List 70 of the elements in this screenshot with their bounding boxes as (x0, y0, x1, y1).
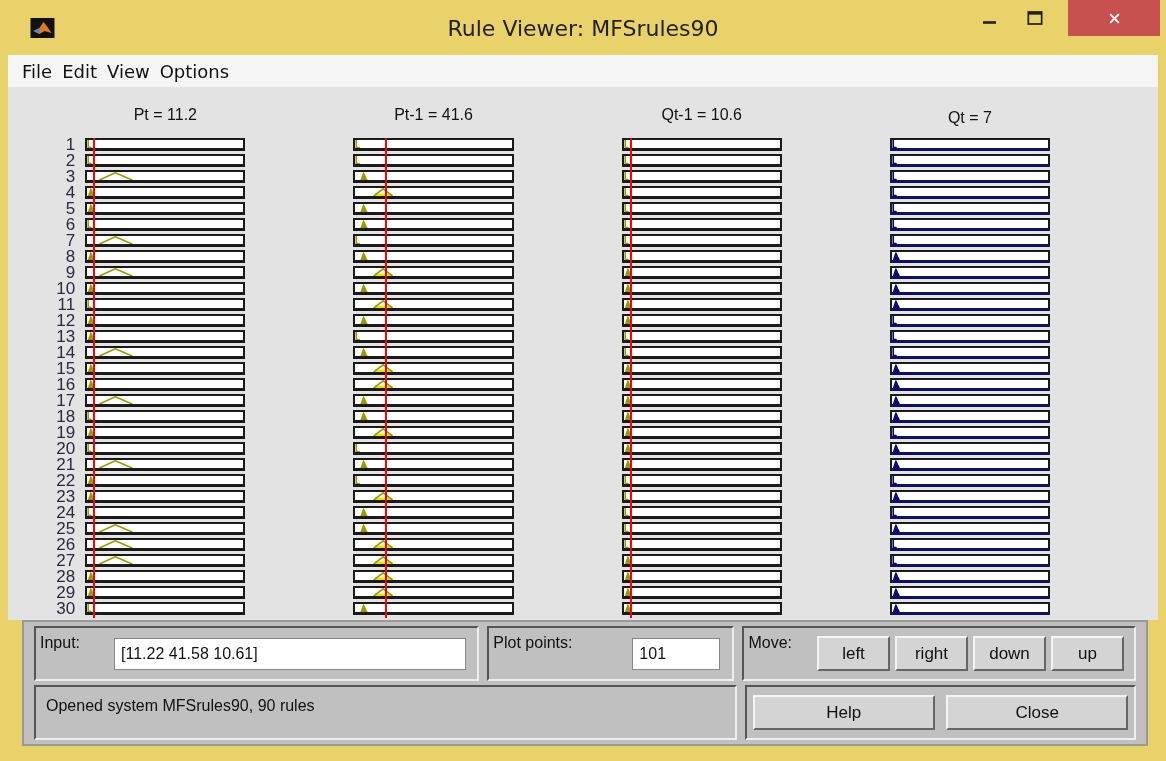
rule-number: 2 (64, 154, 77, 170)
rule-number: 8 (64, 250, 77, 266)
membership-curve (360, 604, 369, 612)
move-label: Move: (748, 634, 792, 652)
input-value-line[interactable] (385, 138, 388, 618)
rule-number: 18 (55, 410, 77, 426)
membership-curve (360, 284, 369, 292)
rule-number: 12 (55, 314, 77, 330)
membership-curve (98, 540, 134, 548)
rule-number: 16 (55, 378, 77, 394)
rule-number: 17 (55, 394, 77, 410)
rule-number: 28 (55, 570, 77, 586)
rule-number: 21 (55, 458, 77, 474)
membership-curve (87, 252, 96, 260)
variable-label: Pt = 11.2 (133, 105, 197, 124)
membership-curve (98, 460, 134, 468)
rule-number: 5 (64, 202, 77, 218)
membership-curve (98, 524, 134, 532)
membership-curve (98, 556, 134, 564)
rule-number: 7 (64, 234, 77, 250)
membership-curve (98, 348, 134, 356)
rule-number: 25 (55, 522, 77, 538)
app-icon (30, 17, 55, 38)
move-button[interactable]: down (973, 636, 1046, 671)
rule-number: 30 (55, 602, 77, 618)
close-icon (1107, 11, 1121, 25)
dialog-button[interactable]: Help (752, 695, 935, 730)
menu-item[interactable]: File (22, 60, 53, 82)
move-button[interactable]: right (895, 636, 968, 671)
window-title: Rule Viewer: MFSrules90 (447, 16, 719, 41)
minimize-icon (982, 20, 996, 24)
input-field[interactable]: [11.22 41.58 10.61] (114, 637, 466, 670)
rule-number: 19 (55, 426, 77, 442)
rule-number: 27 (55, 554, 77, 570)
menu-item[interactable]: View (107, 60, 150, 82)
membership-curve (98, 396, 134, 404)
membership-curve (98, 172, 134, 180)
input-value-line[interactable] (93, 138, 96, 618)
rule-number: 29 (55, 586, 77, 602)
variable-label: Pt-1 = 41.6 (394, 105, 473, 124)
rule-number: 24 (55, 506, 77, 522)
rule-number: 26 (55, 538, 77, 554)
rule-number: 11 (56, 298, 77, 314)
rule-number: 9 (64, 266, 77, 282)
rule-number: 6 (64, 218, 77, 234)
plot-points-label: Plot points: (493, 634, 573, 652)
input-label: Input: (40, 634, 81, 652)
rule-number: 4 (64, 186, 77, 202)
rule-number: 14 (55, 346, 77, 362)
variable-label: Qt = 7 (947, 108, 992, 127)
rule-number: 13 (55, 330, 77, 346)
rule-number: 15 (55, 362, 77, 378)
rule-number: 10 (55, 282, 77, 298)
maximize-icon (1027, 10, 1043, 26)
rule-number: 20 (55, 442, 77, 458)
rule-number: 1 (64, 138, 77, 154)
input-value-line[interactable] (629, 138, 632, 618)
membership-curve (98, 268, 134, 276)
rule-number: 22 (55, 474, 77, 490)
variable-label: Qt-1 = 10.6 (661, 105, 742, 124)
rule-number: 3 (64, 170, 77, 186)
status-text: Opened system MFSrules90, 90 rules (46, 697, 315, 715)
dialog-button[interactable]: Close (946, 695, 1129, 730)
membership-curve (98, 236, 134, 244)
menu-item[interactable]: Options (159, 60, 230, 82)
move-button[interactable]: up (1051, 636, 1124, 671)
move-button[interactable]: left (817, 636, 890, 671)
rule-number: 23 (55, 490, 77, 506)
plot-points-field[interactable]: 101 (632, 637, 721, 670)
menu-item[interactable]: Edit (62, 60, 97, 82)
